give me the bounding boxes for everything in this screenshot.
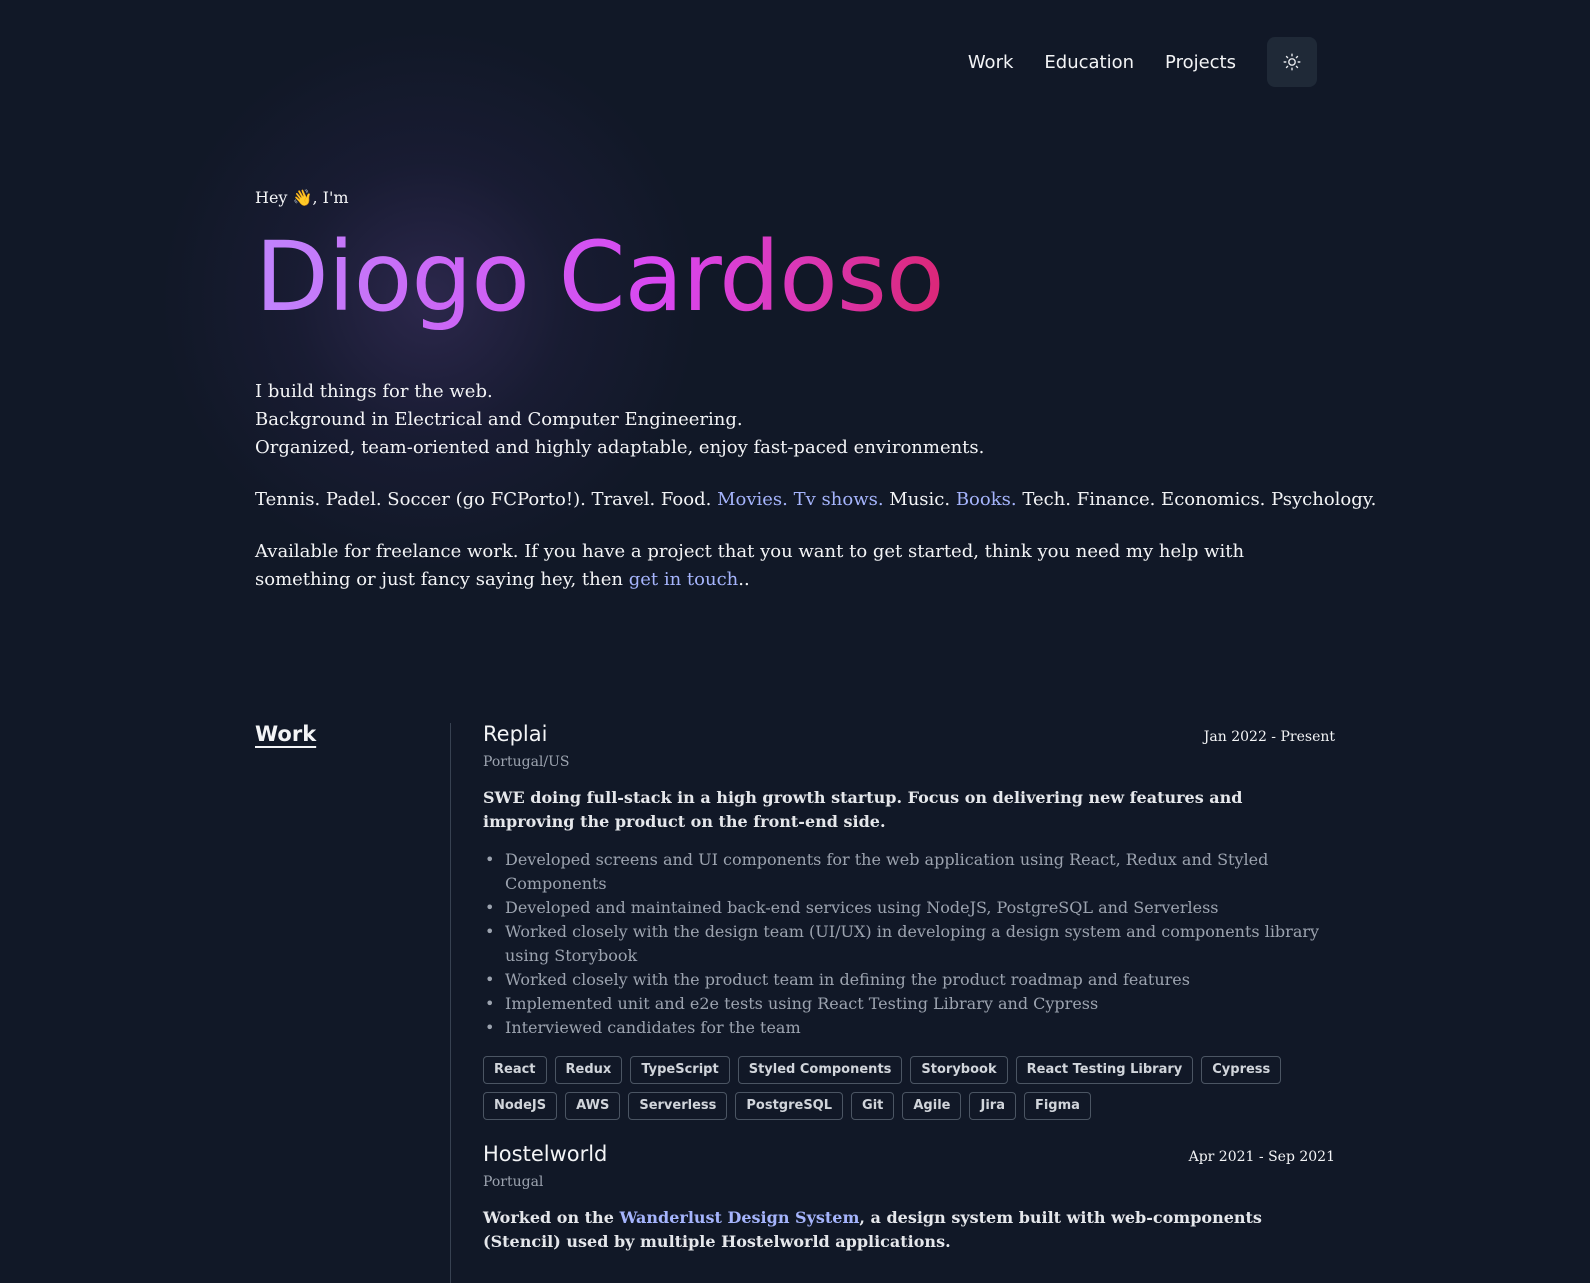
- nav-work-link[interactable]: Work: [968, 52, 1014, 73]
- bio-line: Organized, team-oriented and highly adap…: [255, 437, 985, 458]
- theme-toggle-button[interactable]: [1267, 37, 1317, 87]
- company-name: Replai: [483, 722, 548, 746]
- hero-name: Diogo Cardoso: [255, 221, 945, 333]
- movies-link[interactable]: Movies.: [717, 489, 788, 510]
- job-dates: Apr 2021 - Sep 2021: [1188, 1149, 1335, 1165]
- tech-tag: Jira: [969, 1092, 1016, 1120]
- list-item: Worked closely with the product team in …: [483, 968, 1335, 992]
- work-section-heading: Work: [255, 722, 317, 746]
- job-location: Portugal/US: [483, 754, 570, 770]
- list-item: Developed and maintained back-end servic…: [483, 896, 1335, 920]
- tech-tag: AWS: [565, 1092, 621, 1120]
- hobbies-line: Tennis. Padel. Soccer (go FCPorto!). Tra…: [255, 486, 1376, 514]
- work-divider: [450, 723, 451, 1283]
- hobbies-text: Tech. Finance. Economics. Psychology.: [1016, 489, 1377, 510]
- hobbies-text: Music.: [883, 489, 956, 510]
- hobbies-text: Tennis. Padel. Soccer (go FCPorto!). Tra…: [255, 489, 718, 510]
- tech-tag: Figma: [1023, 1092, 1091, 1120]
- tech-tag: Storybook: [910, 1056, 1008, 1084]
- tech-tag: TypeScript: [630, 1056, 730, 1084]
- job-dates: Jan 2022 - Present: [1203, 729, 1335, 745]
- tv-shows-link[interactable]: Tv shows.: [794, 489, 884, 510]
- tech-tag: Git: [851, 1092, 895, 1120]
- sun-icon: [1283, 53, 1301, 71]
- tech-tag: NodeJS: [483, 1092, 558, 1120]
- greeting: Hey 👋, I'm: [255, 188, 349, 207]
- tech-tag: Serverless: [628, 1092, 728, 1120]
- job-hostelworld: Hostelworld Apr 2021 - Sep 2021 Portugal…: [483, 1142, 1335, 1254]
- summary-text: Worked on the: [483, 1208, 620, 1227]
- nav-projects-link[interactable]: Projects: [1165, 52, 1236, 73]
- job-replai: Replai Jan 2022 - Present Portugal/US SW…: [483, 722, 1335, 1120]
- bio-line: I build things for the web.: [255, 381, 493, 402]
- bio: I build things for the web. Background i…: [255, 378, 984, 462]
- list-item: Interviewed candidates for the team: [483, 1016, 1335, 1040]
- wanderlust-link[interactable]: Wanderlust Design System: [619, 1208, 859, 1227]
- company-name: Hostelworld: [483, 1142, 608, 1166]
- list-item: Implemented unit and e2e tests using Rea…: [483, 992, 1335, 1016]
- tech-tag: Styled Components: [737, 1056, 903, 1084]
- tech-tag: Cypress: [1201, 1056, 1282, 1084]
- job-location: Portugal: [483, 1174, 544, 1190]
- tech-tag: React Testing Library: [1015, 1056, 1194, 1084]
- top-nav: Work Education Projects: [968, 37, 1317, 87]
- tech-tag: React: [483, 1056, 547, 1084]
- availability-text: Available for freelance work. If you hav…: [255, 538, 1335, 594]
- tech-tag: Redux: [554, 1056, 623, 1084]
- list-item: Worked closely with the design team (UI/…: [483, 920, 1335, 968]
- job-summary: Worked on the Wanderlust Design System, …: [483, 1206, 1335, 1254]
- job-bullets: Developed screens and UI components for …: [483, 848, 1335, 1040]
- tech-tags: React Redux TypeScript Styled Components…: [483, 1056, 1335, 1120]
- nav-education-link[interactable]: Education: [1044, 52, 1134, 73]
- tech-tag: PostgreSQL: [735, 1092, 844, 1120]
- list-item: Developed screens and UI components for …: [483, 848, 1335, 896]
- books-link[interactable]: Books.: [956, 489, 1017, 510]
- tech-tag: Agile: [902, 1092, 962, 1120]
- job-summary: SWE doing full-stack in a high growth st…: [483, 788, 1243, 831]
- availability-suffix: ..: [738, 569, 750, 590]
- bio-line: Background in Electrical and Computer En…: [255, 409, 743, 430]
- get-in-touch-link[interactable]: get in touch: [629, 569, 739, 590]
